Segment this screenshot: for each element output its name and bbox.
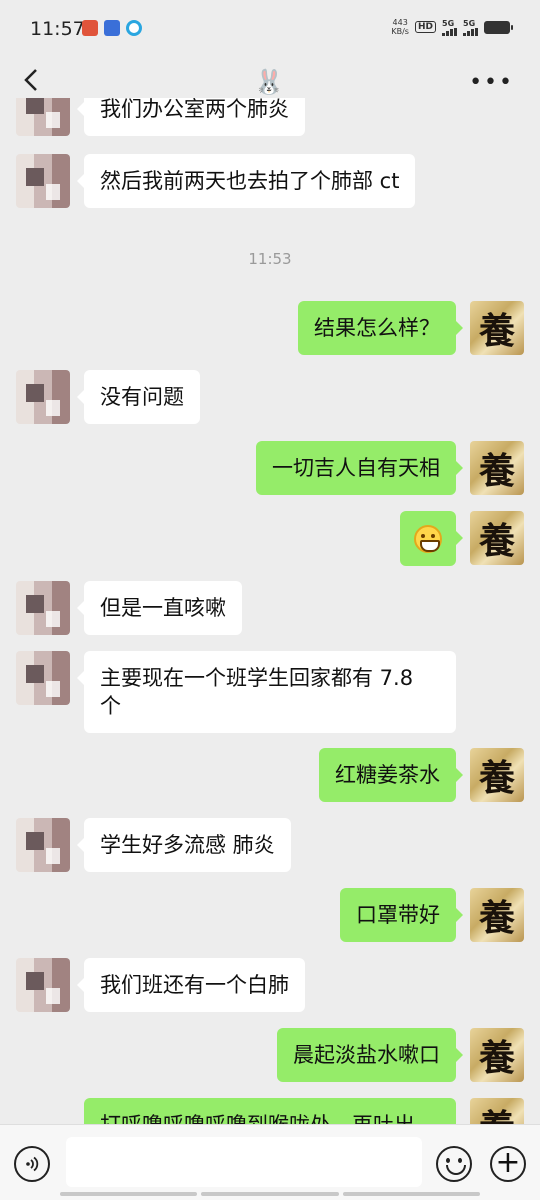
my-avatar[interactable]: 養	[470, 748, 524, 802]
message-bubble[interactable]: 我们办公室两个肺炎	[77, 98, 305, 136]
message-bubble[interactable]: 晨起淡盐水嗽口	[277, 1028, 463, 1082]
grinning-face-icon	[414, 525, 442, 553]
contact-avatar[interactable]	[16, 651, 70, 705]
signal-icon: 5G	[442, 19, 457, 36]
my-avatar-char: 養	[478, 310, 515, 352]
my-avatar[interactable]: 養	[470, 511, 524, 565]
signal-label: 5G	[463, 18, 476, 28]
my-avatar-char: 養	[479, 1099, 515, 1124]
my-avatar[interactable]: 養	[470, 888, 524, 942]
my-avatar[interactable]: 養	[470, 441, 524, 495]
back-arrow-icon[interactable]	[18, 66, 46, 94]
signal-icon: 5G	[463, 19, 478, 36]
message-bubble[interactable]: 口罩带好	[340, 888, 463, 942]
more-icon[interactable]: •••	[469, 70, 514, 95]
network-speed: 443 KB/s	[391, 18, 409, 36]
message-bubble[interactable]: 学生好多流感 肺炎	[77, 818, 291, 872]
my-avatar[interactable]: 養	[470, 301, 524, 355]
contact-avatar[interactable]	[16, 958, 70, 1012]
message-bubble[interactable]: 红糖姜茶水	[319, 748, 463, 802]
hd-badge: HD	[414, 21, 436, 33]
my-avatar-char: 養	[478, 1037, 515, 1079]
my-avatar[interactable]: 養	[470, 1098, 524, 1124]
plus-icon[interactable]: +	[490, 1146, 526, 1182]
chat-area[interactable]: 我们办公室两个肺炎 然后我前两天也去拍了个肺部 ct 11:53 结果怎么样？ …	[0, 98, 540, 1124]
contact-avatar[interactable]	[16, 370, 70, 424]
my-avatar-char: 養	[478, 897, 515, 939]
input-bar: +	[0, 1124, 540, 1200]
contact-avatar[interactable]	[16, 154, 70, 208]
my-avatar[interactable]: 養	[470, 1028, 524, 1082]
signal-label: 5G	[442, 18, 455, 28]
notification-app-icon	[104, 20, 120, 36]
status-bar: 11:57 443 KB/s HD 5G 5G	[0, 0, 540, 58]
notification-app-icon	[126, 20, 142, 36]
chat-title: 🐰	[254, 68, 284, 96]
battery-icon	[484, 20, 513, 34]
network-speed-value: 443	[392, 18, 408, 27]
emoji-icon[interactable]	[436, 1146, 472, 1182]
contact-avatar[interactable]	[16, 98, 70, 136]
contact-avatar[interactable]	[16, 818, 70, 872]
status-time: 11:57	[30, 18, 85, 40]
timestamp: 11:53	[248, 250, 292, 268]
my-avatar-char: 養	[478, 450, 515, 492]
contact-avatar[interactable]	[16, 581, 70, 635]
emoji-message[interactable]	[400, 511, 463, 566]
notification-app-icon	[82, 20, 98, 36]
message-bubble[interactable]: 我们班还有一个白肺	[77, 958, 305, 1012]
message-input[interactable]	[66, 1137, 422, 1187]
message-bubble[interactable]: 没有问题	[77, 370, 200, 424]
my-avatar-char: 養	[478, 520, 515, 562]
voice-icon[interactable]	[14, 1146, 50, 1182]
voice-waves-icon	[26, 1156, 39, 1172]
message-bubble[interactable]: 主要现在一个班学生回家都有 7.8 个	[77, 651, 456, 733]
message-bubble[interactable]: 结果怎么样？	[298, 301, 463, 355]
my-avatar-char: 養	[478, 757, 515, 799]
message-bubble[interactable]: 打呼噜呼噜呼噜到喉咙处，再吐出	[84, 1098, 456, 1124]
home-indicator	[60, 1192, 480, 1196]
message-bubble[interactable]: 一切吉人自有天相	[256, 441, 463, 495]
network-speed-unit: KB/s	[391, 27, 409, 36]
message-bubble[interactable]: 但是一直咳嗽	[77, 581, 242, 635]
message-bubble[interactable]: 然后我前两天也去拍了个肺部 ct	[76, 154, 416, 208]
